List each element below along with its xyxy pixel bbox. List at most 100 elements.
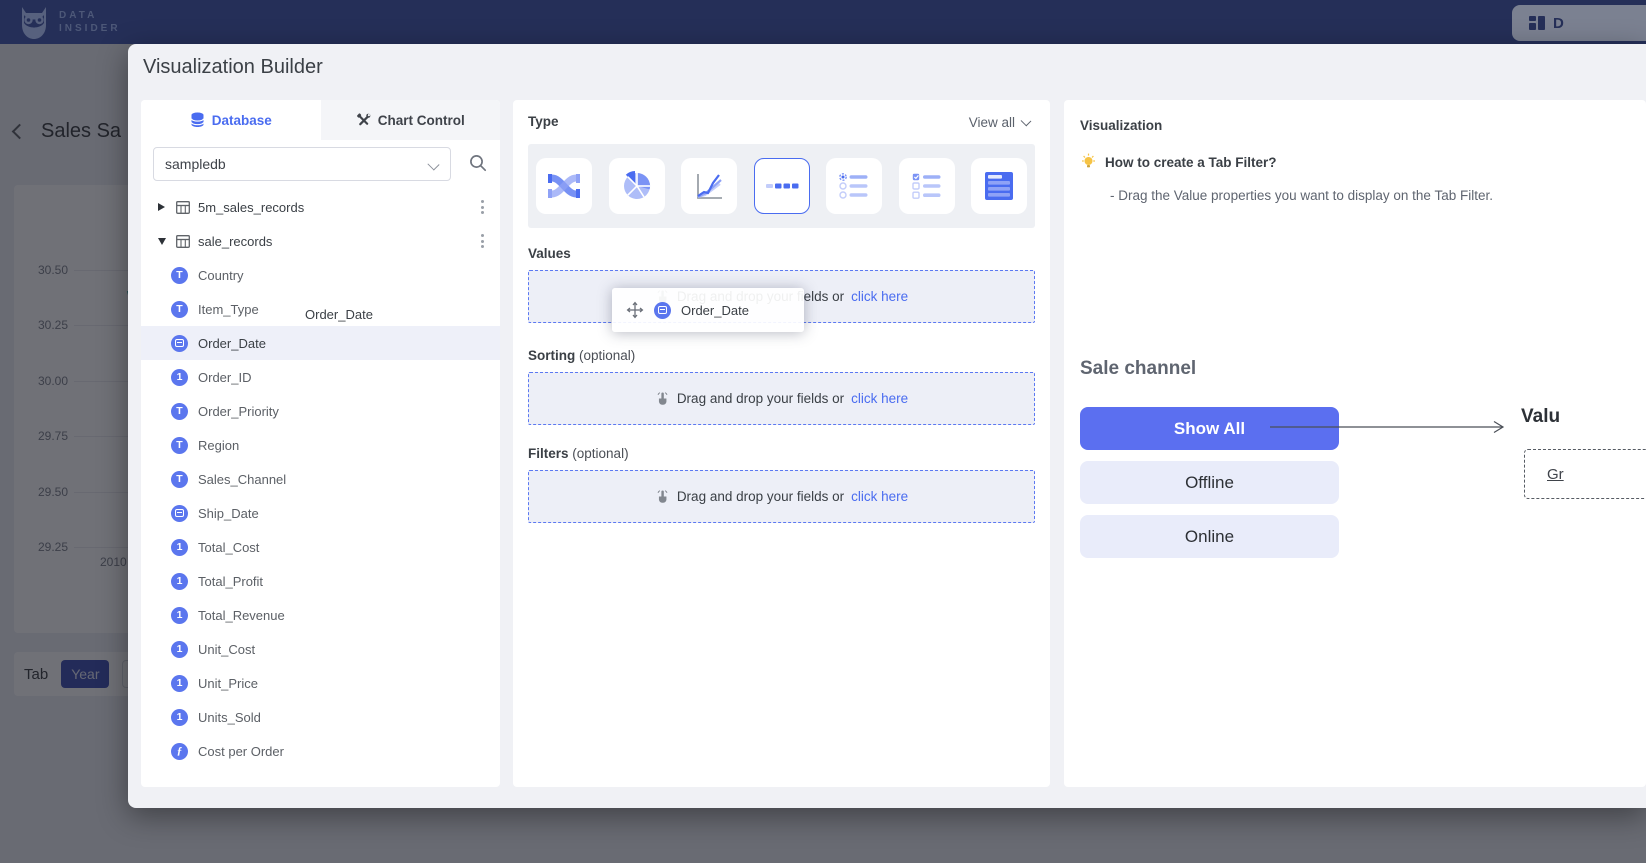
- chart-type-radio-list[interactable]: [826, 158, 882, 214]
- table-icon: [176, 235, 190, 248]
- text-field-icon: T: [171, 471, 188, 488]
- field-name: Country: [198, 268, 244, 283]
- field-row-total-revenue[interactable]: 1 Total_Revenue: [141, 598, 500, 632]
- field-name: Region: [198, 438, 239, 453]
- tab-chart-control-label: Chart Control: [378, 113, 465, 128]
- tools-icon: [356, 113, 371, 128]
- dropzone-text: Drag and drop your fields or: [677, 489, 844, 504]
- caret-down-icon[interactable]: [158, 238, 168, 245]
- text-field-icon: T: [171, 403, 188, 420]
- view-all-label: View all: [969, 115, 1015, 130]
- field-row-region[interactable]: T Region: [141, 428, 500, 462]
- field-name: Unit_Price: [198, 676, 258, 691]
- dropzone-click-here-link[interactable]: click here: [851, 391, 908, 406]
- number-field-icon: 1: [171, 369, 188, 386]
- field-name: Total_Profit: [198, 574, 263, 589]
- chart-type-listbox[interactable]: [971, 158, 1027, 214]
- sorting-dropzone[interactable]: Drag and drop your fields or click here: [528, 372, 1035, 425]
- table-name: sale_records: [198, 234, 272, 249]
- field-row-order-priority[interactable]: T Order_Priority: [141, 394, 500, 428]
- field-row-unit-price[interactable]: 1 Unit_Price: [141, 666, 500, 700]
- database-search-row: sampledb: [153, 147, 488, 181]
- kebab-menu-icon[interactable]: [481, 200, 484, 214]
- drag-hand-icon: [655, 391, 670, 407]
- dropzone-click-here-link[interactable]: click here: [851, 489, 908, 504]
- annotation-link[interactable]: Gr: [1547, 466, 1564, 483]
- annotation-box: Gr: [1524, 449, 1646, 499]
- filters-dropzone[interactable]: Drag and drop your fields or click here: [528, 470, 1035, 523]
- field-name: Order_Date: [198, 336, 266, 351]
- text-field-icon: T: [171, 437, 188, 454]
- date-field-icon: [171, 505, 188, 522]
- radio-list-icon: [837, 169, 871, 203]
- dragged-field-card[interactable]: Order_Date: [612, 288, 804, 332]
- field-name: Units_Sold: [198, 710, 261, 725]
- tab-filter-icon: [765, 169, 799, 203]
- owl-logo-icon: [16, 3, 52, 41]
- values-section-label: Values: [528, 246, 571, 261]
- offline-button[interactable]: Offline: [1080, 461, 1339, 504]
- optional-suffix: (optional): [572, 446, 628, 461]
- dashboard-button-label: D: [1553, 15, 1564, 32]
- dropzone-click-here-link[interactable]: click here: [851, 289, 908, 304]
- chevron-down-icon: [427, 158, 439, 170]
- function-field-icon: ƒ: [171, 743, 188, 760]
- field-row-country[interactable]: T Country: [141, 258, 500, 292]
- field-row-sales-channel[interactable]: T Sales_Channel: [141, 462, 500, 496]
- tip-body: - Drag the Value properties you want to …: [1110, 188, 1493, 203]
- optional-suffix: (optional): [579, 348, 635, 363]
- database-select[interactable]: sampledb: [153, 147, 451, 181]
- field-name: Unit_Cost: [198, 642, 255, 657]
- field-row-total-profit[interactable]: 1 Total_Profit: [141, 564, 500, 598]
- tip-row: How to create a Tab Filter?: [1080, 153, 1277, 171]
- view-all-button[interactable]: View all: [969, 115, 1030, 130]
- field-name: Total_Cost: [198, 540, 259, 555]
- brand-line2: INSIDER: [59, 22, 121, 35]
- number-field-icon: 1: [171, 607, 188, 624]
- caret-right-icon[interactable]: [158, 203, 168, 211]
- chart-type-sankey[interactable]: [536, 158, 592, 214]
- field-row-ship-date[interactable]: Ship_Date: [141, 496, 500, 530]
- chart-type-tab-filter[interactable]: [754, 158, 810, 214]
- annotation-arrow: [1268, 417, 1513, 437]
- kebab-menu-icon[interactable]: [481, 234, 484, 248]
- number-field-icon: 1: [171, 539, 188, 556]
- field-name: Ship_Date: [198, 506, 259, 521]
- tab-chart-control[interactable]: Chart Control: [321, 100, 501, 140]
- table-row[interactable]: 5m_sales_records: [141, 190, 500, 224]
- tab-database[interactable]: Database: [141, 100, 321, 140]
- dashboard-icon: [1528, 14, 1546, 32]
- chart-type-line[interactable]: [681, 158, 737, 214]
- brand[interactable]: DATA INSIDER: [16, 3, 121, 41]
- sorting-label: Sorting: [528, 348, 575, 363]
- field-row-cost-per-order[interactable]: ƒ Cost per Order: [141, 734, 500, 768]
- sankey-icon: [547, 169, 581, 203]
- chart-type-pie[interactable]: [609, 158, 665, 214]
- drag-hand-icon: [655, 489, 670, 505]
- number-field-icon: 1: [171, 641, 188, 658]
- field-row-order-id[interactable]: 1 Order_ID: [141, 360, 500, 394]
- tip-title: How to create a Tab Filter?: [1105, 155, 1277, 170]
- filters-section-label: Filters (optional): [528, 446, 629, 461]
- text-field-icon: T: [171, 267, 188, 284]
- database-panel: Database Chart Control sampledb: [141, 100, 500, 787]
- panel-tabs: Database Chart Control: [141, 100, 500, 140]
- table-row[interactable]: sale_records: [141, 224, 500, 258]
- search-icon[interactable]: [468, 153, 488, 178]
- field-row-units-sold[interactable]: 1 Units_Sold: [141, 700, 500, 734]
- dropzone-text: Drag and drop your fields or: [677, 391, 844, 406]
- listbox-icon: [982, 169, 1016, 203]
- dragged-field-label: Order_Date: [681, 303, 749, 318]
- field-row-unit-cost[interactable]: 1 Unit_Cost: [141, 632, 500, 666]
- number-field-icon: 1: [171, 675, 188, 692]
- online-button[interactable]: Online: [1080, 515, 1339, 558]
- database-icon: [190, 112, 205, 128]
- field-row-total-cost[interactable]: 1 Total_Cost: [141, 530, 500, 564]
- builder-panel: Type View all: [513, 100, 1050, 787]
- table-name: 5m_sales_records: [198, 200, 304, 215]
- chart-type-checkbox-list[interactable]: [899, 158, 955, 214]
- table-icon: [176, 201, 190, 214]
- dashboard-button[interactable]: D: [1512, 5, 1646, 41]
- field-row-order-date[interactable]: Order_Date: [141, 326, 500, 360]
- drag-ghost-label: Order_Date: [305, 307, 373, 322]
